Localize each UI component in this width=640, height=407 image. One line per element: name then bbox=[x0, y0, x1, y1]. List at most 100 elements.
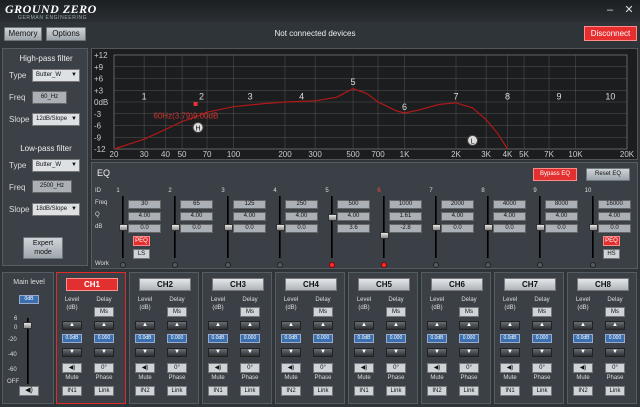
band-q-field[interactable]: 4.00 bbox=[598, 212, 631, 221]
level-value[interactable]: 0.0dB bbox=[281, 334, 301, 343]
main-level-value[interactable]: 0dB bbox=[19, 295, 39, 304]
band-q-field[interactable]: 4.00 bbox=[545, 212, 578, 221]
input-select-button[interactable]: IN2 bbox=[135, 386, 155, 396]
level-value[interactable]: 0.0dB bbox=[62, 334, 82, 343]
channel-select-button[interactable]: CH8 bbox=[577, 278, 629, 291]
channel-select-button[interactable]: CH6 bbox=[431, 278, 483, 291]
band-freq-field[interactable]: 125 bbox=[233, 200, 266, 209]
level-down-button[interactable]: ▼ bbox=[573, 348, 593, 357]
delay-unit-button[interactable]: Ms bbox=[167, 307, 187, 317]
level-down-button[interactable]: ▼ bbox=[135, 348, 155, 357]
delay-down-button[interactable]: ▼ bbox=[386, 348, 406, 357]
delay-value[interactable]: 0.000 bbox=[313, 334, 333, 343]
band-db-field[interactable]: 0.0 bbox=[545, 224, 578, 233]
mute-button[interactable]: ◀) bbox=[573, 363, 593, 373]
close-button[interactable]: ✕ bbox=[622, 3, 636, 17]
level-up-button[interactable]: ▲ bbox=[281, 321, 301, 330]
level-value[interactable]: 0.0dB bbox=[573, 334, 593, 343]
mute-button[interactable]: ◀) bbox=[208, 363, 228, 373]
band-db-field[interactable]: -2.8 bbox=[389, 224, 422, 233]
phase-button[interactable]: 0° bbox=[532, 363, 552, 373]
level-down-button[interactable]: ▼ bbox=[427, 348, 447, 357]
level-down-button[interactable]: ▼ bbox=[354, 348, 374, 357]
main-mute-button[interactable]: ◀) bbox=[19, 386, 39, 396]
phase-button[interactable]: 0° bbox=[94, 363, 114, 373]
band-gain-slider-knob[interactable] bbox=[224, 224, 233, 231]
band-db-field[interactable]: 0.0 bbox=[128, 224, 161, 233]
input-select-button[interactable]: IN2 bbox=[281, 386, 301, 396]
mute-button[interactable]: ◀) bbox=[135, 363, 155, 373]
band-freq-field[interactable]: 16000 bbox=[598, 200, 631, 209]
level-down-button[interactable]: ▼ bbox=[281, 348, 301, 357]
lp-type-select[interactable]: Butter_W ▼ bbox=[32, 159, 80, 172]
delay-unit-button[interactable]: Ms bbox=[459, 307, 479, 317]
band-gain-slider-knob[interactable] bbox=[380, 232, 389, 239]
band-q-field[interactable]: 4.00 bbox=[493, 212, 526, 221]
band-q-field[interactable]: 4.00 bbox=[285, 212, 318, 221]
level-up-button[interactable]: ▲ bbox=[62, 321, 82, 330]
channel-select-button[interactable]: CH7 bbox=[504, 278, 556, 291]
delay-unit-button[interactable]: Ms bbox=[386, 307, 406, 317]
band-db-field[interactable]: 0.0 bbox=[598, 224, 631, 233]
reset-eq-button[interactable]: Reset EQ bbox=[586, 168, 630, 181]
input-select-button[interactable]: IN2 bbox=[573, 386, 593, 396]
band-gain-slider-knob[interactable] bbox=[328, 214, 337, 221]
band-freq-field[interactable]: 2000 bbox=[441, 200, 474, 209]
low-shelf-button[interactable]: LS bbox=[133, 249, 150, 259]
link-button[interactable]: Link bbox=[605, 386, 625, 396]
delay-down-button[interactable]: ▼ bbox=[94, 348, 114, 357]
band-db-field[interactable]: 0.0 bbox=[233, 224, 266, 233]
band-q-field[interactable]: 4.00 bbox=[180, 212, 213, 221]
delay-up-button[interactable]: ▲ bbox=[313, 321, 333, 330]
level-down-button[interactable]: ▼ bbox=[62, 348, 82, 357]
lp-slope-select[interactable]: 18dB/Slope ▼ bbox=[32, 203, 80, 216]
hp-slope-select[interactable]: 12dB/Slope ▼ bbox=[32, 113, 80, 126]
mute-button[interactable]: ◀) bbox=[354, 363, 374, 373]
input-select-button[interactable]: IN1 bbox=[62, 386, 82, 396]
channel-select-button[interactable]: CH3 bbox=[212, 278, 264, 291]
band-q-field[interactable]: 4.00 bbox=[233, 212, 266, 221]
mute-button[interactable]: ◀) bbox=[427, 363, 447, 373]
band-gain-slider-knob[interactable] bbox=[484, 224, 493, 231]
delay-down-button[interactable]: ▼ bbox=[532, 348, 552, 357]
link-button[interactable]: Link bbox=[386, 386, 406, 396]
delay-up-button[interactable]: ▲ bbox=[94, 321, 114, 330]
channel-select-button[interactable]: CH4 bbox=[285, 278, 337, 291]
frequency-response-graph[interactable]: 20 30 40 50 70 100 200 300 500 700 1K 2K 3K 4K 5K 7K 10K… bbox=[91, 48, 638, 160]
band-gain-slider-knob[interactable] bbox=[276, 224, 285, 231]
band-freq-field[interactable]: 500 bbox=[337, 200, 370, 209]
band-q-field[interactable]: 1.61 bbox=[389, 212, 422, 221]
delay-unit-button[interactable]: Ms bbox=[605, 307, 625, 317]
delay-down-button[interactable]: ▼ bbox=[313, 348, 333, 357]
level-value[interactable]: 0.0dB bbox=[500, 334, 520, 343]
phase-button[interactable]: 0° bbox=[605, 363, 625, 373]
band-q-field[interactable]: 4.00 bbox=[337, 212, 370, 221]
phase-button[interactable]: 0° bbox=[459, 363, 479, 373]
mute-button[interactable]: ◀) bbox=[500, 363, 520, 373]
peq-toggle-button[interactable]: PEQ bbox=[603, 236, 620, 246]
delay-value[interactable]: 0.000 bbox=[532, 334, 552, 343]
level-value[interactable]: 0.0dB bbox=[135, 334, 155, 343]
delay-value[interactable]: 0.000 bbox=[94, 334, 114, 343]
band-db-field[interactable]: 0.0 bbox=[285, 224, 318, 233]
level-value[interactable]: 0.0dB bbox=[354, 334, 374, 343]
delay-up-button[interactable]: ▲ bbox=[459, 321, 479, 330]
delay-unit-button[interactable]: Ms bbox=[240, 307, 260, 317]
delay-down-button[interactable]: ▼ bbox=[459, 348, 479, 357]
bypass-eq-button[interactable]: Bypass EQ bbox=[533, 168, 577, 181]
delay-value[interactable]: 0.000 bbox=[167, 334, 187, 343]
delay-up-button[interactable]: ▲ bbox=[386, 321, 406, 330]
band-gain-slider-track[interactable] bbox=[331, 196, 333, 258]
input-select-button[interactable]: IN1 bbox=[500, 386, 520, 396]
delay-unit-button[interactable]: Ms bbox=[94, 307, 114, 317]
level-up-button[interactable]: ▲ bbox=[500, 321, 520, 330]
input-select-button[interactable]: IN1 bbox=[208, 386, 228, 396]
delay-value[interactable]: 0.000 bbox=[605, 334, 625, 343]
disconnect-button[interactable]: Disconnect bbox=[584, 26, 637, 41]
delay-value[interactable]: 0.000 bbox=[459, 334, 479, 343]
band-freq-field[interactable]: 65 bbox=[180, 200, 213, 209]
band-gain-slider-knob[interactable] bbox=[432, 224, 441, 231]
phase-button[interactable]: 0° bbox=[313, 363, 333, 373]
delay-up-button[interactable]: ▲ bbox=[532, 321, 552, 330]
level-value[interactable]: 0.0dB bbox=[427, 334, 447, 343]
